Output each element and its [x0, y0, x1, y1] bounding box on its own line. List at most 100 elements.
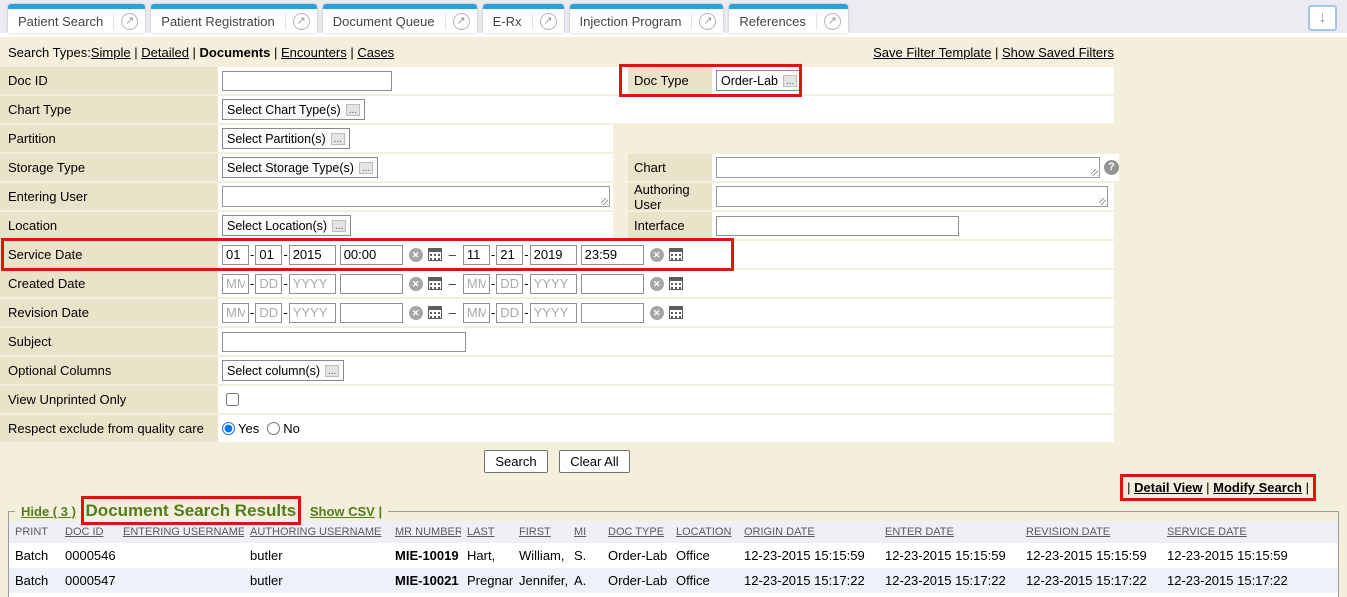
search-type-encounters[interactable]: Encounters	[281, 45, 347, 60]
partition-select-button[interactable]: Select Partition(s)	[222, 128, 350, 149]
help-icon[interactable]	[1104, 160, 1119, 175]
tab-injection-program[interactable]: Injection Program	[570, 4, 724, 33]
search-type-detailed[interactable]: Detailed	[141, 45, 189, 60]
col-origin-date[interactable]: ORIGIN DATE	[738, 521, 879, 543]
tab-patient-search[interactable]: Patient Search	[8, 4, 145, 33]
clear-date-icon[interactable]	[650, 277, 664, 291]
revision-from-day-input[interactable]	[255, 303, 282, 323]
service-to-year-input[interactable]	[530, 245, 577, 265]
col-doc-type[interactable]: DOC TYPE	[602, 521, 670, 543]
document-search-results-panel: Hide ( 3 ) Document Search Results Show …	[8, 501, 1339, 597]
clear-date-icon[interactable]	[650, 306, 664, 320]
interface-input[interactable]	[716, 216, 959, 236]
service-from-year-input[interactable]	[289, 245, 336, 265]
revision-from-year-input[interactable]	[289, 303, 336, 323]
show-saved-filters-link[interactable]: Show Saved Filters	[1002, 45, 1114, 60]
col-revision-date[interactable]: REVISION DATE	[1020, 521, 1161, 543]
subject-input[interactable]	[222, 332, 466, 352]
col-service-date[interactable]: SERVICE DATE	[1161, 521, 1338, 543]
col-doc-id[interactable]: DOC ID	[59, 521, 117, 543]
created-to-month-input[interactable]	[463, 274, 490, 294]
service-to-day-input[interactable]	[496, 245, 523, 265]
open-in-new-button[interactable]	[816, 13, 848, 30]
open-in-new-button[interactable]	[445, 13, 477, 30]
col-authoring-username[interactable]: AUTHORING USERNAME	[244, 521, 389, 543]
tab-references[interactable]: References	[729, 4, 847, 33]
revision-to-year-input[interactable]	[530, 303, 577, 323]
open-in-new-button[interactable]	[285, 13, 317, 30]
open-in-new-button[interactable]	[532, 13, 564, 30]
search-button[interactable]: Search	[484, 450, 547, 473]
batch-print-cell[interactable]: Batch	[9, 568, 59, 593]
origin-date-cell: 12-23-2015 15:17:22	[738, 568, 879, 593]
search-type-cases[interactable]: Cases	[357, 45, 394, 60]
clear-date-icon[interactable]	[409, 306, 423, 320]
created-from-time-input[interactable]	[340, 274, 403, 294]
calendar-icon[interactable]	[428, 248, 442, 261]
tab-scroll-down-button[interactable]	[1308, 5, 1337, 31]
clear-date-icon[interactable]	[650, 248, 664, 262]
entering-user-label: Entering User	[0, 183, 218, 210]
revision-from-month-input[interactable]	[222, 303, 249, 323]
location-select-button[interactable]: Select Location(s)	[222, 215, 351, 236]
tab-patient-registration[interactable]: Patient Registration	[151, 4, 316, 33]
open-in-new-button[interactable]	[113, 13, 145, 30]
quality-no-radio[interactable]	[267, 422, 280, 435]
service-to-time-input[interactable]	[581, 245, 644, 265]
range-dash	[449, 276, 456, 291]
col-enter-date[interactable]: ENTER DATE	[879, 521, 1020, 543]
service-from-day-input[interactable]	[255, 245, 282, 265]
revision-to-day-input[interactable]	[496, 303, 523, 323]
created-from-year-input[interactable]	[289, 274, 336, 294]
revision-from-time-input[interactable]	[340, 303, 403, 323]
calendar-icon[interactable]	[669, 306, 683, 319]
modify-search-link[interactable]: Modify Search	[1213, 480, 1302, 495]
batch-print-cell[interactable]: Batch	[9, 543, 59, 568]
created-to-year-input[interactable]	[530, 274, 577, 294]
col-first[interactable]: FIRST	[513, 521, 568, 543]
created-to-time-input[interactable]	[581, 274, 644, 294]
calendar-icon[interactable]	[428, 306, 442, 319]
tab-document-queue[interactable]: Document Queue	[323, 4, 477, 33]
show-csv-link[interactable]: Show CSV	[310, 504, 375, 519]
chart-input[interactable]	[717, 158, 1099, 177]
calendar-icon[interactable]	[669, 248, 683, 261]
created-to-day-input[interactable]	[496, 274, 523, 294]
clear-date-icon[interactable]	[409, 248, 423, 262]
batch-print-cell[interactable]: Batch	[9, 593, 59, 597]
tab-label: Patient Search	[8, 14, 113, 29]
revision-to-time-input[interactable]	[581, 303, 644, 323]
chart-type-select-button[interactable]: Select Chart Type(s)	[222, 99, 365, 120]
storage-type-select-button[interactable]: Select Storage Type(s)	[222, 157, 378, 178]
tab-e-rx[interactable]: E-Rx	[483, 4, 564, 33]
detail-modify-highlight: Detail View Modify Search	[1125, 479, 1311, 496]
date-separator	[524, 247, 528, 262]
optional-columns-select-button[interactable]: Select column(s)	[222, 360, 344, 381]
doc-id-input[interactable]	[222, 71, 392, 91]
revision-to-month-input[interactable]	[463, 303, 490, 323]
entering-user-input[interactable]	[223, 187, 609, 206]
created-from-month-input[interactable]	[222, 274, 249, 294]
col-entering-username[interactable]: ENTERING USERNAME	[117, 521, 244, 543]
service-from-month-input[interactable]	[222, 245, 249, 265]
service-to-month-input[interactable]	[463, 245, 490, 265]
hide-results-link[interactable]: Hide ( 3 )	[21, 504, 76, 519]
col-mr-number[interactable]: MR NUMBER	[389, 521, 461, 543]
search-type-simple[interactable]: Simple	[91, 45, 131, 60]
clear-date-icon[interactable]	[409, 277, 423, 291]
created-from-day-input[interactable]	[255, 274, 282, 294]
calendar-icon[interactable]	[428, 277, 442, 290]
col-last[interactable]: LAST	[461, 521, 513, 543]
save-filter-template-link[interactable]: Save Filter Template	[873, 45, 991, 60]
col-location[interactable]: LOCATION	[670, 521, 738, 543]
calendar-icon[interactable]	[669, 277, 683, 290]
open-in-new-button[interactable]	[691, 13, 723, 30]
view-unprinted-checkbox[interactable]	[226, 393, 239, 406]
service-from-time-input[interactable]	[340, 245, 403, 265]
col-mi[interactable]: MI	[568, 521, 602, 543]
doc-type-select-button[interactable]: Order-Lab	[716, 70, 802, 91]
authoring-user-input[interactable]	[717, 187, 1107, 206]
detail-view-link[interactable]: Detail View	[1134, 480, 1202, 495]
quality-yes-radio[interactable]	[222, 422, 235, 435]
clear-all-button[interactable]: Clear All	[559, 450, 629, 473]
